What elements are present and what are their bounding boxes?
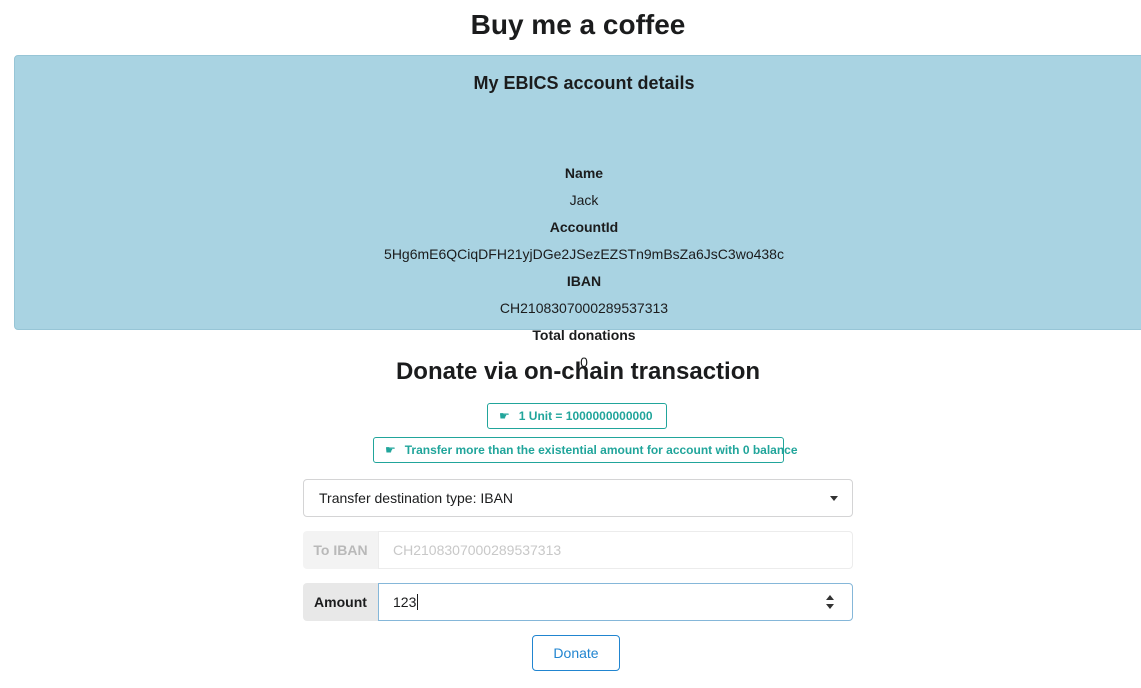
unit-info-badge: ☛ 1 Unit = 1000000000000	[487, 403, 667, 429]
stepper-up-icon[interactable]	[826, 595, 834, 600]
existential-info-text: Transfer more than the existential amoun…	[404, 443, 798, 457]
account-id-value: 5Hg6mE6QCiqDFH21yjDGe2JSezEZSTn9mBsZa6Js…	[384, 246, 784, 262]
existential-info-badge: ☛ Transfer more than the existential amou…	[373, 437, 798, 463]
to-iban-row: To IBAN CH2108307000289537313	[303, 531, 853, 569]
account-details-title: My EBICS account details	[473, 73, 695, 93]
iban-label: IBAN	[566, 273, 602, 289]
to-iban-input: CH2108307000289537313	[378, 531, 853, 569]
destination-type-selected: Transfer destination type: IBAN	[319, 490, 514, 506]
account-details-card: My EBICS account details Name Jack Accou…	[14, 55, 1141, 370]
name-label: Name	[564, 165, 604, 181]
iban-value: CH2108307000289537313	[499, 300, 669, 316]
caret-down-icon	[830, 496, 838, 501]
to-iban-label: To IBAN	[303, 531, 378, 569]
number-stepper[interactable]	[826, 595, 836, 609]
name-value: Jack	[569, 192, 599, 208]
donate-section-title: Donate via on-chain transaction	[395, 358, 761, 385]
amount-row: Amount 123	[303, 583, 853, 621]
destination-type-dropdown[interactable]: Transfer destination type: IBAN	[303, 479, 853, 517]
amount-label: Amount	[303, 583, 378, 621]
page-title: Buy me a coffee	[470, 9, 686, 40]
amount-value: 123	[393, 594, 417, 610]
unit-info-text: 1 Unit = 1000000000000	[518, 409, 653, 423]
donate-button[interactable]: Donate	[532, 635, 620, 671]
stepper-down-icon[interactable]	[826, 604, 834, 609]
total-donations-label: Total donations	[532, 327, 636, 343]
amount-input[interactable]: 123	[378, 583, 853, 621]
text-cursor	[417, 594, 419, 611]
hand-pointing-right-icon: ☛	[499, 409, 510, 423]
account-id-label: AccountId	[549, 219, 619, 235]
hand-pointing-right-icon: ☛	[385, 443, 396, 457]
